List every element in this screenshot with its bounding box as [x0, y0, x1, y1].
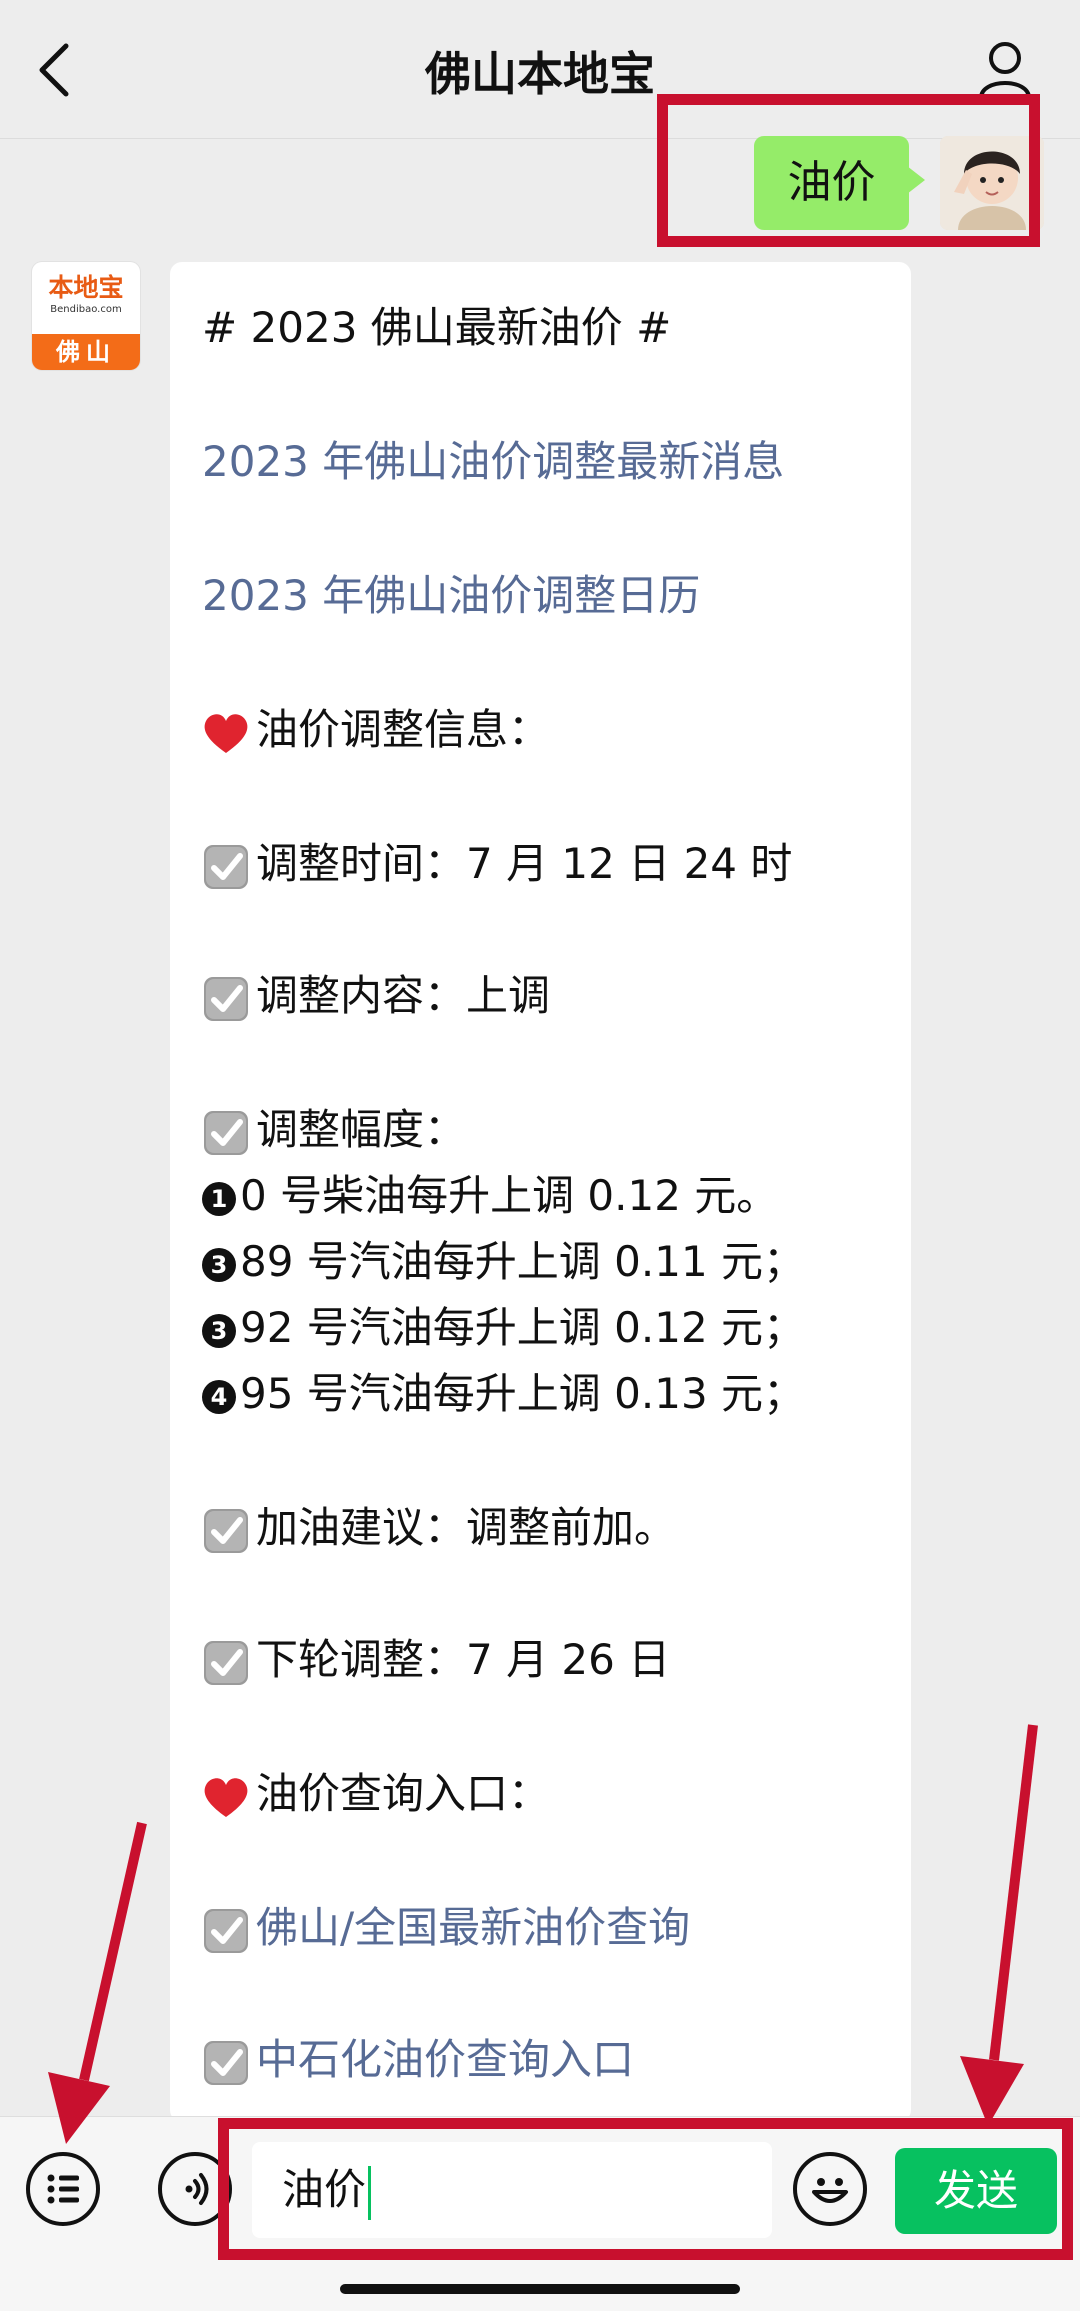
- heart-icon: [204, 1777, 248, 1817]
- message-line-text: 89 号汽油每升上调 0.11 元；: [240, 1237, 806, 1286]
- number-badge: 1: [202, 1181, 236, 1216]
- message-line: 油价查询入口：: [202, 1760, 550, 1821]
- message-line: 调整幅度：: [202, 1096, 466, 1157]
- bot-logo-text: 本地宝: [48, 273, 124, 302]
- message-line-text[interactable]: 2023 年佛山油价调整日历: [202, 571, 700, 620]
- annotation-box-top: [657, 94, 1040, 247]
- message-link[interactable]: 佛山/全国最新油价查询: [202, 1894, 690, 1955]
- bot-logo-subtext: Bendibao.com: [50, 304, 122, 315]
- bot-avatar[interactable]: 本地宝 Bendibao.com 佛山: [32, 262, 140, 370]
- number-badge: 3: [202, 1247, 236, 1282]
- message-line: 加油建议：调整前加。: [202, 1494, 676, 1555]
- message-line-text: 0 号柴油每升上调 0.12 元。: [240, 1171, 779, 1220]
- message-line-text: 下轮调整：7 月 26 日: [256, 1635, 671, 1684]
- annotation-arrow-left: [79, 1821, 147, 2082]
- check-icon: [204, 2040, 248, 2085]
- check-icon: [204, 844, 248, 889]
- check-icon: [204, 1508, 248, 1553]
- person-icon[interactable]: [975, 38, 1035, 102]
- number-badge: 4: [202, 1379, 236, 1414]
- message-line: 3 89 号汽油每升上调 0.11 元；: [202, 1228, 805, 1289]
- message-line-text: 95 号汽油每升上调 0.13 元；: [240, 1369, 806, 1418]
- message-line: 10 号柴油每升上调 0.12 元。: [202, 1162, 778, 1223]
- list-icon[interactable]: [26, 2152, 100, 2226]
- heart-icon: [204, 713, 248, 753]
- message-line-text[interactable]: 佛山/全国最新油价查询: [256, 1903, 690, 1952]
- message-line-text: 油价查询入口：: [256, 1769, 551, 1818]
- message-line: 4 95 号汽油每升上调 0.13 元；: [202, 1360, 805, 1421]
- incoming-message-bubble: # 2023 佛山最新油价 # 2023 年佛山油价调整最新消息 2023 年佛山油…: [170, 262, 911, 2122]
- message-line-text: 调整时间：7 月 12 日 24 时: [256, 839, 793, 888]
- message-line: 3 92 号汽油每升上调 0.12 元；: [202, 1294, 805, 1355]
- message-line-text: 油价调整信息：: [256, 705, 551, 754]
- message-line-text: 调整内容：上调: [256, 971, 551, 1020]
- check-icon: [204, 1908, 248, 1953]
- message-line: 调整内容：上调: [202, 962, 550, 1023]
- number-badge: 3: [202, 1313, 236, 1348]
- message-line-text: 加油建议：调整前加。: [256, 1503, 677, 1552]
- message-line: # 2023 佛山最新油价 #: [202, 294, 671, 355]
- message-link[interactable]: 2023 年佛山油价调整日历: [202, 562, 700, 623]
- message-link[interactable]: 2023 年佛山油价调整最新消息: [202, 428, 784, 489]
- check-icon: [204, 1640, 248, 1685]
- annotation-box-bottom: [218, 2118, 1073, 2260]
- message-line-text[interactable]: 中石化油价查询入口: [256, 2035, 634, 2084]
- check-icon: [204, 1110, 248, 1155]
- annotation-arrow-right: [989, 1724, 1038, 2061]
- message-line-text[interactable]: 2023 年佛山油价调整最新消息: [202, 437, 784, 486]
- message-line: 下轮调整：7 月 26 日: [202, 1626, 670, 1687]
- message-line-text: 92 号汽油每升上调 0.12 元；: [240, 1303, 806, 1352]
- message-line-text: 调整幅度：: [256, 1105, 467, 1154]
- home-indicator: [340, 2284, 740, 2294]
- message-line-text: # 2023 佛山最新油价 #: [202, 303, 672, 352]
- check-icon: [204, 976, 248, 1021]
- message-link[interactable]: 中石化油价查询入口: [202, 2026, 634, 2087]
- message-line: 油价调整信息：: [202, 696, 550, 757]
- message-line: 调整时间：7 月 12 日 24 时: [202, 830, 792, 891]
- bot-city-label: 佛山: [32, 334, 140, 370]
